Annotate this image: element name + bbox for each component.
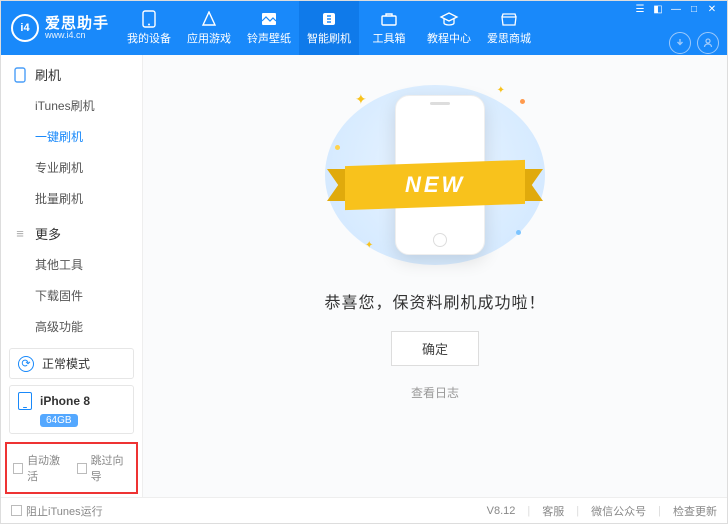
sidebar-item-itunes-flash[interactable]: iTunes刷机 <box>35 90 142 121</box>
checkbox-icon <box>11 505 22 516</box>
sidebar-section-flash: 刷机 <box>1 55 142 90</box>
brand-url: www.i4.cn <box>45 31 109 40</box>
tab-ringtone[interactable]: 铃声壁纸 <box>239 1 299 55</box>
wallpaper-icon <box>259 10 279 28</box>
tab-label: 智能刷机 <box>307 30 351 46</box>
checkbox-label: 跳过向导 <box>91 452 130 484</box>
new-ribbon: NEW <box>325 163 545 207</box>
tab-label: 工具箱 <box>373 30 406 46</box>
tab-label: 爱思商城 <box>487 30 531 46</box>
ribbon-text: NEW <box>405 172 465 198</box>
store-icon <box>499 10 519 28</box>
sidebar-item-onekey-flash[interactable]: 一键刷机 <box>35 121 142 152</box>
tab-store[interactable]: 爱思商城 <box>479 1 539 55</box>
checkbox-auto-activate[interactable]: 自动激活 <box>13 452 67 484</box>
sparkle-icon: ✦ <box>365 240 373 251</box>
sidebar-item-other-tools[interactable]: 其他工具 <box>35 249 142 280</box>
maximize-icon[interactable]: □ <box>687 2 701 16</box>
flash-icon <box>319 10 339 28</box>
minimize-icon[interactable]: — <box>669 2 683 16</box>
tab-my-device[interactable]: 我的设备 <box>119 1 179 55</box>
apps-icon <box>199 10 219 28</box>
tab-label: 应用游戏 <box>187 30 231 46</box>
footer: 阻止iTunes运行 V8.12 | 客服 | 微信公众号 | 检查更新 <box>1 497 727 523</box>
tab-label: 铃声壁纸 <box>247 30 291 46</box>
toolbox-icon <box>379 10 399 28</box>
close-icon[interactable]: ✕ <box>705 2 719 16</box>
ok-button[interactable]: 确定 <box>391 331 479 366</box>
logo: i4 爱思助手 www.i4.cn <box>11 14 109 42</box>
graduation-icon <box>439 10 459 28</box>
sidebar-item-pro-flash[interactable]: 专业刷机 <box>35 152 142 183</box>
storage-badge: 64GB <box>40 414 78 427</box>
sidebar: 刷机 iTunes刷机 一键刷机 专业刷机 批量刷机 ≡ 更多 其他工具 下载固… <box>1 55 143 497</box>
sparkle-icon: ✦ <box>355 91 367 108</box>
main-content: ✦ ✦ ✦ NEW 恭喜您，保资料刷机成功啦！ 确定 查看日志 <box>143 55 727 497</box>
sidebar-item-advanced[interactable]: 高级功能 <box>35 311 142 342</box>
refresh-icon: ⟳ <box>18 356 34 372</box>
menu-icon[interactable]: ☰ <box>633 2 647 16</box>
checkbox-block-itunes[interactable]: 阻止iTunes运行 <box>11 503 103 519</box>
list-icon: ≡ <box>13 227 27 241</box>
bottom-options-highlight: 自动激活 跳过向导 <box>5 442 138 494</box>
device-name: iPhone 8 <box>40 394 90 408</box>
version-label: V8.12 <box>487 505 516 517</box>
mode-label: 正常模式 <box>42 355 90 372</box>
tab-label: 我的设备 <box>127 30 171 46</box>
logo-icon: i4 <box>11 14 39 42</box>
download-icon[interactable] <box>669 32 691 54</box>
checkbox-skip-wizard[interactable]: 跳过向导 <box>77 452 131 484</box>
device-card[interactable]: iPhone 8 64GB <box>9 385 134 434</box>
support-link[interactable]: 客服 <box>542 503 564 519</box>
tab-tutorial[interactable]: 教程中心 <box>419 1 479 55</box>
tab-flash[interactable]: 智能刷机 <box>299 1 359 55</box>
device-icon <box>18 392 32 410</box>
user-icon[interactable] <box>697 32 719 54</box>
sidebar-item-download-firmware[interactable]: 下载固件 <box>35 280 142 311</box>
top-tabs: 我的设备 应用游戏 铃声壁纸 智能刷机 工具箱 教程中心 <box>119 1 539 55</box>
success-illustration: ✦ ✦ ✦ NEW <box>325 85 545 265</box>
wechat-link[interactable]: 微信公众号 <box>591 503 646 519</box>
checkbox-icon <box>13 463 23 474</box>
update-link[interactable]: 检查更新 <box>673 503 717 519</box>
skin-icon[interactable]: ◧ <box>651 2 665 16</box>
view-log-link[interactable]: 查看日志 <box>411 384 459 401</box>
phone-icon <box>139 10 159 28</box>
brand-name: 爱思助手 <box>45 16 109 31</box>
checkbox-label: 阻止iTunes运行 <box>26 503 103 519</box>
mode-selector[interactable]: ⟳ 正常模式 <box>9 348 134 379</box>
sidebar-title: 刷机 <box>35 65 61 84</box>
sidebar-section-more: ≡ 更多 <box>1 214 142 249</box>
sparkle-icon: ✦ <box>497 85 505 96</box>
sidebar-item-batch-flash[interactable]: 批量刷机 <box>35 183 142 214</box>
checkbox-icon <box>77 463 87 474</box>
checkbox-label: 自动激活 <box>27 452 66 484</box>
phone-outline-icon <box>13 68 27 82</box>
header: i4 爱思助手 www.i4.cn 我的设备 应用游戏 铃声壁纸 智能刷机 <box>1 1 727 55</box>
tab-apps[interactable]: 应用游戏 <box>179 1 239 55</box>
success-message: 恭喜您，保资料刷机成功啦！ <box>324 289 545 313</box>
window-controls: ☰ ◧ — □ ✕ <box>633 2 719 16</box>
sidebar-title: 更多 <box>35 224 61 243</box>
tab-toolbox[interactable]: 工具箱 <box>359 1 419 55</box>
tab-label: 教程中心 <box>427 30 471 46</box>
